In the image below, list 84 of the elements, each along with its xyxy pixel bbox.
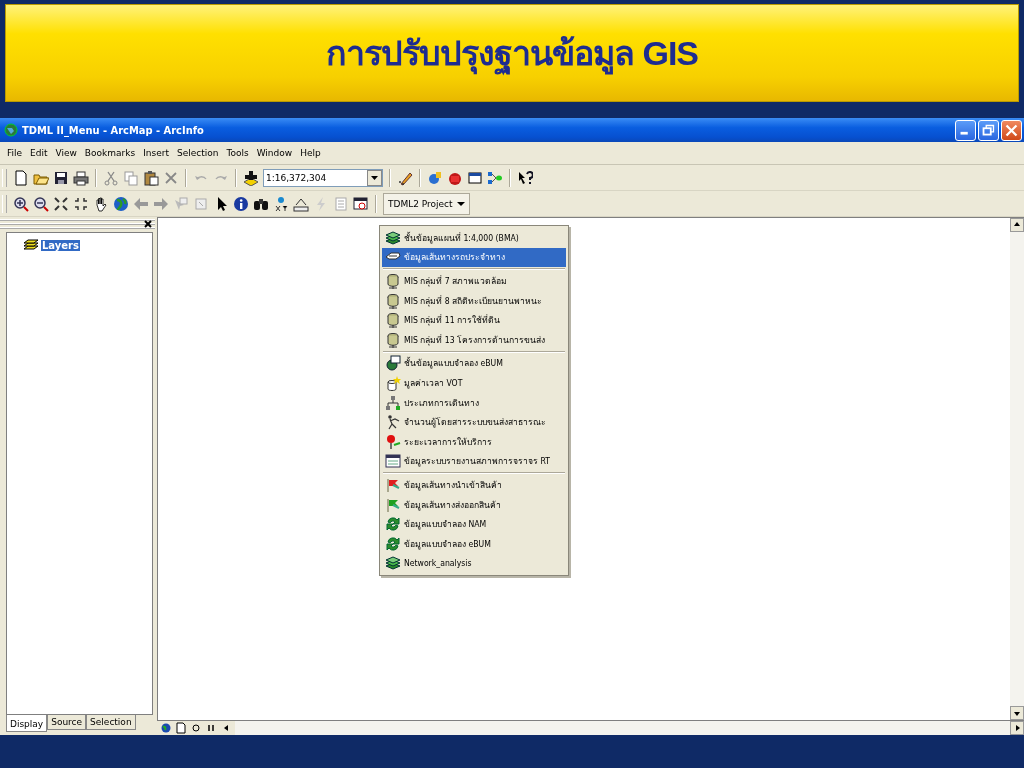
menu-item[interactable]: MIS กลุ่มที่ 8 สถิติทะเบียนยานพาหนะ xyxy=(382,290,566,311)
fixed-zoom-in-icon[interactable] xyxy=(53,195,69,212)
close-icon[interactable] xyxy=(144,220,152,228)
menu-item[interactable]: ข้อมูลแบบจำลอง eBUM xyxy=(382,533,566,554)
menu-item[interactable]: Tools xyxy=(225,146,250,160)
menu-item[interactable]: ชั้นข้อมูลแผนที่ 1:4,000 (BMA) xyxy=(382,228,566,248)
layers-icon xyxy=(385,229,401,246)
globe-icon xyxy=(3,122,19,138)
slide-title: การปรับปรุงฐานข้อมูล GIS xyxy=(326,26,698,80)
fixed-zoom-out-icon[interactable] xyxy=(73,195,89,212)
cylinder-icon xyxy=(385,374,401,391)
scroll-right-icon[interactable] xyxy=(1010,721,1024,735)
zoom-out-icon[interactable] xyxy=(33,195,49,212)
print-icon[interactable] xyxy=(73,169,89,186)
recycle-icon xyxy=(385,516,401,533)
network-icon xyxy=(385,394,401,411)
walker-icon xyxy=(385,414,401,431)
menu-item[interactable]: มูลค่าเวลา VOT xyxy=(382,373,566,393)
tab[interactable]: Selection xyxy=(86,715,136,730)
globe-icon[interactable] xyxy=(160,722,172,734)
model-icon[interactable] xyxy=(487,169,503,186)
flag-icon xyxy=(385,476,401,493)
menu-item[interactable]: Window xyxy=(255,146,294,160)
menu-item[interactable]: MIS กลุ่มที่ 7 สภาพแวดล้อม xyxy=(382,271,566,291)
new-file-icon[interactable] xyxy=(13,169,29,186)
menu-item[interactable]: Edit xyxy=(29,146,49,160)
vertical-scrollbar[interactable] xyxy=(1010,218,1024,720)
tab[interactable]: Display xyxy=(6,715,48,732)
scroll-up-icon[interactable] xyxy=(1010,218,1024,232)
hand-icon[interactable] xyxy=(93,195,109,212)
viewer-window-icon[interactable] xyxy=(353,195,369,212)
close-button[interactable] xyxy=(1001,119,1022,141)
menu-item[interactable]: ข้อมูลระบบรายงานสภาพการจราจร RT xyxy=(382,451,566,472)
globe-icon[interactable] xyxy=(113,195,129,212)
globe-icon xyxy=(385,355,401,372)
cut-icon[interactable] xyxy=(103,169,119,186)
restore-button[interactable] xyxy=(978,119,999,141)
info-icon[interactable] xyxy=(233,195,249,212)
pin-icon xyxy=(385,433,401,450)
window-icon[interactable] xyxy=(467,169,483,186)
database-icon xyxy=(385,331,401,348)
layer-name[interactable]: Layers xyxy=(41,239,80,251)
menu-item[interactable]: Network_analysis xyxy=(382,553,566,574)
layers-icon xyxy=(23,237,39,253)
menu-item[interactable]: ข้อมูลเส้นทางรถประจำทาง xyxy=(382,247,566,268)
paste-icon[interactable] xyxy=(143,169,159,186)
database-icon xyxy=(385,312,401,329)
menu-item[interactable]: ข้อมูลเส้นทางส่งออกสินค้า xyxy=(382,494,566,515)
caret-icon xyxy=(456,201,465,206)
page-icon[interactable] xyxy=(175,722,187,734)
menu-item[interactable]: ชั้นข้อมูลแบบจำลอง eBUM xyxy=(382,353,566,374)
menu-item[interactable]: ประเภทการเดินทาง xyxy=(382,392,566,413)
horizontal-scrollbar[interactable] xyxy=(235,721,1024,735)
project-menu-button[interactable]: TDML2 Project xyxy=(383,192,470,215)
menu-item[interactable]: Insert xyxy=(142,146,170,160)
menu-item[interactable]: Selection xyxy=(176,146,220,160)
menu-item[interactable]: ข้อมูลแบบจำลอง NAM xyxy=(382,514,566,534)
pause-icon[interactable] xyxy=(205,722,217,734)
minimize-button[interactable] xyxy=(955,119,976,141)
save-icon[interactable] xyxy=(53,169,69,186)
menu-item[interactable]: File xyxy=(6,146,24,160)
menu-item[interactable]: ระยะเวลาการให้บริการ xyxy=(382,431,566,452)
recycle-icon xyxy=(385,535,401,552)
database-icon xyxy=(385,292,401,309)
scale-field[interactable]: 1:16,372,304 xyxy=(263,168,383,187)
help-icon[interactable] xyxy=(517,169,533,186)
scroll-down-icon[interactable] xyxy=(1010,706,1024,720)
menu-item[interactable]: Bookmarks xyxy=(83,146,137,160)
window-title: TDML II_Menu - ArcMap - ArcInfo xyxy=(22,123,204,137)
tab[interactable]: Source xyxy=(47,715,87,730)
zoom-in-icon[interactable] xyxy=(13,195,29,212)
xy-icon[interactable] xyxy=(273,195,289,212)
menu-item[interactable]: MIS กลุ่มที่ 13 โครงการด้านการขนส่ง xyxy=(382,329,566,350)
menu-item[interactable]: จำนวนผู้โดยสารระบบขนส่งสาธารณะ xyxy=(382,412,566,432)
menu-item[interactable]: ข้อมูลเส้นทางนำเข้าสินค้า xyxy=(382,475,566,495)
table-icon xyxy=(385,453,401,470)
menu-item[interactable]: View xyxy=(54,146,78,160)
menu-item[interactable]: MIS กลุ่มที่ 11 การใช้ที่ดิน xyxy=(382,310,566,330)
flag-icon xyxy=(385,496,401,513)
menu-item[interactable]: Help xyxy=(299,146,322,160)
layers-icon xyxy=(385,555,401,572)
database-icon xyxy=(385,273,401,289)
add-data-icon[interactable] xyxy=(243,169,259,186)
globe-icon[interactable] xyxy=(427,169,443,186)
